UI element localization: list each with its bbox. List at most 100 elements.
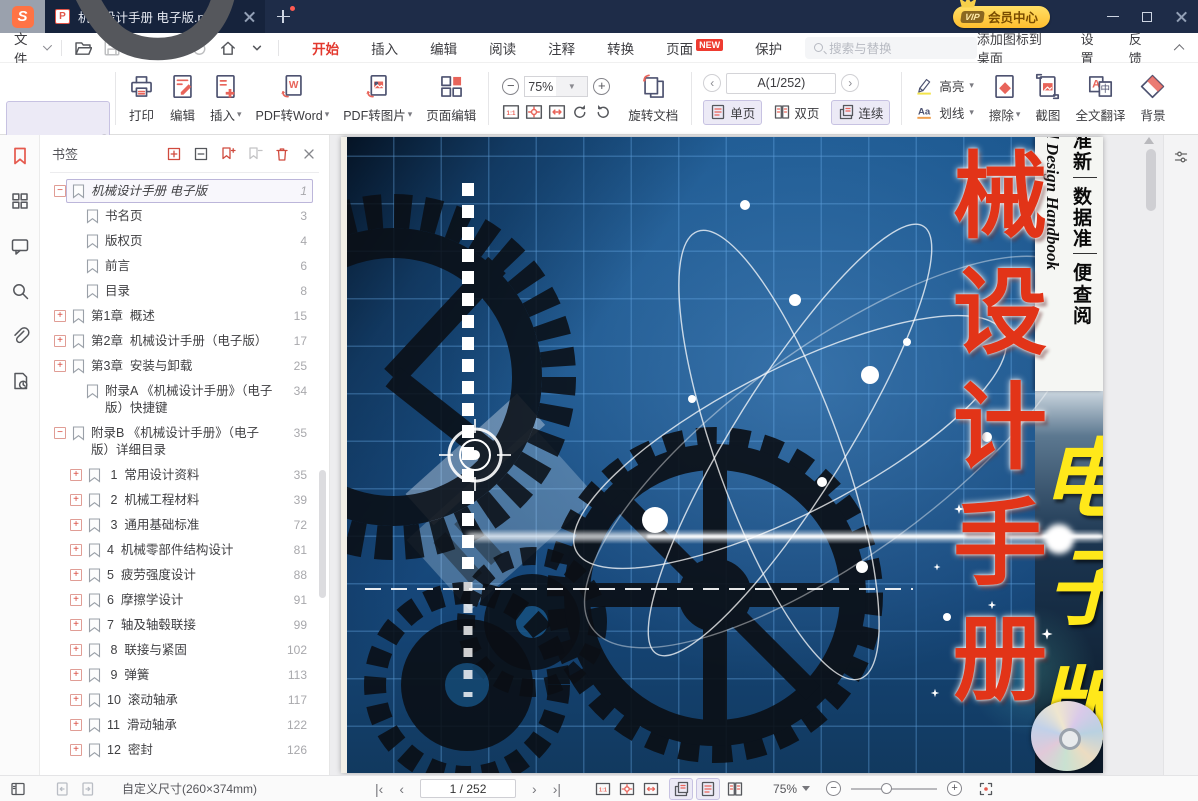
fit-width-icon[interactable]: [643, 781, 659, 797]
expand-icon[interactable]: +: [70, 669, 82, 681]
page-grid-button[interactable]: 页面编辑: [419, 67, 483, 130]
collapse-icon[interactable]: −: [54, 185, 66, 197]
expand-icon[interactable]: +: [70, 494, 82, 506]
hand-tool[interactable]: 手型: [6, 0, 110, 97]
bookmark-item[interactable]: 前言6: [40, 254, 329, 279]
close-panel-icon[interactable]: [301, 146, 317, 162]
rotate-document-button[interactable]: 旋转文档: [620, 67, 686, 130]
zoom-out-button[interactable]: −: [826, 781, 841, 796]
delete-icon[interactable]: [274, 146, 290, 162]
expand-icon[interactable]: +: [70, 594, 82, 606]
vip-center-button[interactable]: VIP 会员中心: [953, 6, 1050, 28]
toggle-sidebar-icon[interactable]: [10, 781, 26, 797]
edit-doc-button[interactable]: 编辑: [162, 67, 203, 130]
fit-page-icon[interactable]: [525, 103, 543, 121]
one-to-one-icon[interactable]: 1:1: [595, 781, 611, 797]
bookmark-item[interactable]: +11 滑动轴承122: [40, 713, 329, 738]
next-page-button[interactable]: ›: [841, 74, 859, 92]
snapshot-button[interactable]: 截图: [1027, 67, 1068, 130]
expand-icon[interactable]: +: [54, 310, 66, 322]
rotate-cw-icon[interactable]: [594, 103, 612, 121]
view-mode-continuous[interactable]: [669, 778, 693, 800]
previous-view-icon[interactable]: [54, 781, 70, 797]
expand-icon[interactable]: +: [70, 569, 82, 581]
bookmark-item[interactable]: 书名页3: [40, 204, 329, 229]
expand-icon[interactable]: +: [70, 644, 82, 656]
display-settings-icon[interactable]: [1173, 149, 1189, 165]
collapse-icon[interactable]: −: [54, 427, 66, 439]
zoom-level-select[interactable]: 75%: [773, 782, 810, 796]
pdf-to-word-button[interactable]: WPDF转Word▾: [249, 67, 337, 130]
bookmark-item[interactable]: 版权页4: [40, 229, 329, 254]
scroll-up-icon[interactable]: [1144, 137, 1154, 144]
bookmark-item[interactable]: + 2 机械工程材料39: [40, 488, 329, 513]
collapse-ribbon-icon[interactable]: [1174, 44, 1185, 55]
view-mode-single-page[interactable]: [696, 778, 720, 800]
sidebar-comment-icon[interactable]: [10, 236, 30, 256]
ribbon-tab-阅读[interactable]: 阅读: [488, 34, 517, 62]
add-desktop-shortcut[interactable]: 添加图标到桌面: [977, 29, 1055, 67]
expand-icon[interactable]: +: [70, 544, 82, 556]
sidebar-bookmark-icon[interactable]: [10, 146, 30, 166]
view-mode-double-page[interactable]: [723, 778, 747, 800]
sidebar-attachment-icon[interactable]: [10, 326, 30, 346]
collapse-all-icon[interactable]: [193, 146, 209, 162]
pdf-page[interactable]: l Design Handbook 准新 数据准 便查阅 械设计手册 电 子 版: [341, 137, 1103, 773]
ribbon-tab-开始[interactable]: 开始: [311, 34, 340, 62]
bookmark-item[interactable]: +4 机械零部件结构设计81: [40, 538, 329, 563]
zoom-level-select[interactable]: 75% ▼: [524, 76, 588, 97]
expand-icon[interactable]: +: [70, 619, 82, 631]
bookmark-item[interactable]: −机械设计手册 电子版1: [40, 179, 329, 204]
ribbon-tab-保护[interactable]: 保护: [754, 34, 783, 62]
zoom-in-button[interactable]: +: [593, 78, 610, 95]
fullscreen-icon[interactable]: [978, 781, 994, 797]
bookmark-item[interactable]: +第1章 概述15: [40, 304, 329, 329]
one-to-one-icon[interactable]: 1:1: [502, 103, 520, 121]
panel-scrollbar[interactable]: [319, 470, 326, 598]
ribbon-tab-注释[interactable]: 注释: [547, 34, 576, 62]
ribbon-tab-插入[interactable]: 插入: [370, 34, 399, 62]
sidebar-search-icon[interactable]: [10, 281, 30, 301]
document-scrollbar[interactable]: [1146, 149, 1156, 211]
feedback-menu[interactable]: 反馈: [1129, 29, 1151, 67]
highlight-button[interactable]: 高亮▾: [915, 76, 974, 95]
next-page-button[interactable]: ›: [532, 781, 537, 797]
zoom-out-button[interactable]: −: [502, 78, 519, 95]
bookmark-item[interactable]: 目录8: [40, 279, 329, 304]
expand-icon[interactable]: +: [54, 360, 66, 372]
bookmark-item[interactable]: 附录A 《机械设计手册》（电子版）快捷键34: [40, 379, 329, 421]
expand-icon[interactable]: +: [70, 719, 82, 731]
bookmark-item[interactable]: + 1 常用设计资料35: [40, 463, 329, 488]
next-view-icon[interactable]: [80, 781, 96, 797]
last-page-button[interactable]: ›|: [553, 781, 561, 797]
expand-icon[interactable]: +: [70, 744, 82, 756]
previous-page-button[interactable]: ‹: [399, 781, 404, 797]
sidebar-thumbnails-icon[interactable]: [10, 191, 30, 211]
fit-width-icon[interactable]: [548, 103, 566, 121]
sidebar-history-icon[interactable]: [10, 371, 30, 391]
expand-icon[interactable]: +: [70, 694, 82, 706]
bookmark-item[interactable]: +10 滚动轴承117: [40, 688, 329, 713]
expand-icon[interactable]: +: [70, 469, 82, 481]
bookmark-item[interactable]: +第3章 安装与卸载25: [40, 354, 329, 379]
view-mode-continuous[interactable]: 连续: [831, 100, 890, 125]
add-group-icon[interactable]: [166, 146, 182, 162]
printer-button[interactable]: 打印: [121, 67, 162, 130]
bookmark-item[interactable]: +5 疲劳强度设计88: [40, 563, 329, 588]
settings-menu[interactable]: 设置: [1081, 29, 1103, 67]
view-mode-double-page[interactable]: 双页: [767, 100, 826, 125]
eraser-button[interactable]: 擦除▾: [982, 67, 1028, 130]
first-page-button[interactable]: |‹: [375, 781, 383, 797]
bookmark-item[interactable]: + 9 弹簧113: [40, 663, 329, 688]
zoom-slider[interactable]: [851, 782, 937, 796]
ribbon-tab-转换[interactable]: 转换: [606, 34, 635, 62]
zoom-in-button[interactable]: +: [947, 781, 962, 796]
search-box[interactable]: 搜索与替换: [805, 37, 977, 59]
ribbon-tab-编辑[interactable]: 编辑: [429, 34, 458, 62]
rotate-ccw-icon[interactable]: [571, 103, 589, 121]
insert-doc-button[interactable]: 插入▾: [203, 67, 249, 130]
add-bookmark-icon[interactable]: [220, 146, 236, 162]
bookmark-item[interactable]: +12 密封126: [40, 738, 329, 763]
background-button[interactable]: 背景: [1132, 67, 1173, 130]
translate-button[interactable]: A中全文翻译: [1068, 67, 1132, 130]
